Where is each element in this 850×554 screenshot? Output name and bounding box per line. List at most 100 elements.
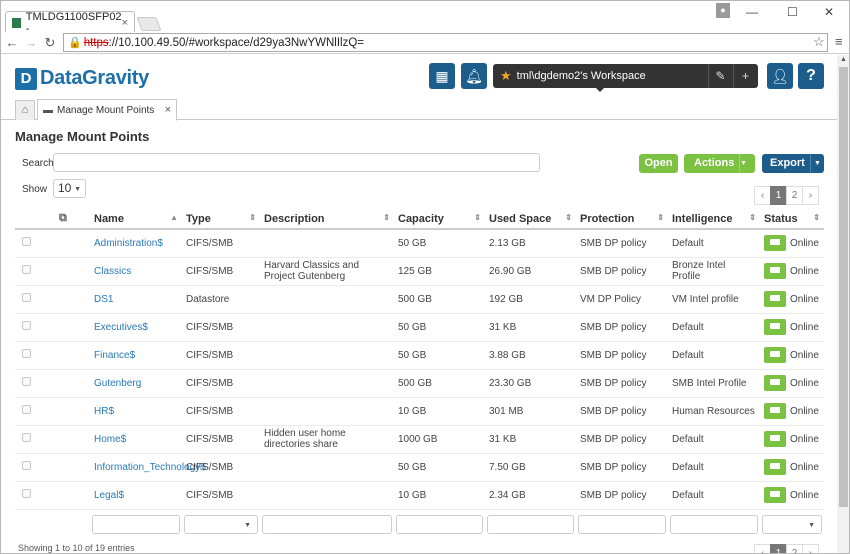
type-filter-select[interactable]: ▼ [184,514,258,534]
workspace-bar[interactable]: ★ tml\dgdemo2's Workspace ✎ + [493,64,758,88]
table-row[interactable]: HR$ CIFS/SMB 10 GB 301 MB SMB DP policy Human… [15,397,824,426]
mount-point-link[interactable]: Executives$ [94,322,148,333]
capacity-filter-input[interactable] [396,514,483,534]
browser-menu-icon[interactable]: ≡ [835,34,843,49]
table-row[interactable]: Executives$ CIFS/SMB 50 GB 31 KB SMB DP poli… [15,313,824,342]
mount-point-link[interactable]: Legal$ [94,490,124,501]
row-checkbox[interactable] [22,489,31,498]
mount-point-link[interactable]: Finance$ [94,350,135,361]
table-row[interactable]: DS1 Datastore 500 GB 192 GB VM DP Policy VM I… [15,285,824,314]
protection-filter-input[interactable] [578,514,666,534]
close-tab-icon[interactable]: × [122,17,128,29]
table-row[interactable]: Administration$ CIFS/SMB 50 GB 2.13 GB SMB D… [15,229,824,258]
tab-manage-mount-points[interactable]: ▬ Manage Mount Points × [37,99,177,121]
datagravity-logo[interactable]: D DataGravity [15,67,149,90]
page-1-button[interactable]: 1 [770,186,787,205]
open-button[interactable]: Open [639,154,678,173]
scrollbar-thumb[interactable] [839,67,848,507]
url-field[interactable]: 🔒 https ://10.100.49.50/#workspace/d29ya… [63,33,828,52]
row-checkbox[interactable] [22,321,31,330]
address-bar-row: ← → ↻ 🔒 https ://10.100.49.50/#workspace… [1,32,849,54]
actions-dropdown-icon[interactable]: ▼ [739,154,755,173]
notifications-button[interactable]: 🔔︎ [461,63,487,89]
table-row[interactable]: Finance$ CIFS/SMB 50 GB 3.88 GB SMB DP polic… [15,341,824,370]
table-row[interactable]: Home$ CIFS/SMB Hidden user home directorie… [15,425,824,454]
column-label: Type [186,212,211,225]
edit-workspace-pencil-icon[interactable]: ✎ [708,64,732,88]
browser-tab[interactable]: TMLDG1100SFP02 - × [5,11,135,35]
row-checkbox[interactable] [22,349,31,358]
url-text: ://10.100.49.50/#workspace/d29ya3NwYWNlI… [108,36,365,49]
export-dropdown-icon[interactable]: ▼ [810,154,824,173]
prev-page-button[interactable]: ‹ [754,186,771,205]
table-row[interactable]: Gutenberg CIFS/SMB 500 GB 23.30 GB SMB DP po… [15,369,824,398]
maximize-button[interactable]: ☐ [787,5,798,19]
mount-point-link[interactable]: HR$ [94,406,114,417]
mount-point-link[interactable]: Home$ [94,434,126,445]
description-filter-input[interactable] [262,514,392,534]
forward-arrow-icon[interactable]: → [23,35,39,50]
column-header-used-space[interactable]: Used Space ⇕ [485,209,576,230]
mount-point-link[interactable]: Gutenberg [94,378,141,389]
row-checkbox[interactable] [22,237,31,247]
table-row[interactable]: Classics CIFS/SMB Harvard Classics and Pro… [15,257,824,286]
mount-point-link[interactable]: Classics [94,266,131,277]
favorite-star-icon[interactable]: ★ [500,68,512,84]
cell-description [260,453,394,482]
column-header-status[interactable]: Status ⇕ [760,209,824,230]
help-button[interactable]: ? [798,63,824,89]
cell-status: Online [760,369,824,398]
intelligence-filter-input[interactable] [670,514,758,534]
bell-icon: 🔔︎ [465,68,483,84]
name-filter-input[interactable] [92,514,180,534]
table-row[interactable]: Information_Technology$ CIFS/SMB 50 GB 7.50… [15,453,824,482]
app-tab-label: Manage Mount Points [57,104,155,116]
close-app-tab-icon[interactable]: × [165,104,171,116]
mount-point-link[interactable]: DS1 [94,294,113,305]
column-header-description[interactable]: Description ⇕ [260,209,394,230]
column-header-protection[interactable]: Protection ⇕ [576,209,668,230]
mount-point-link[interactable]: Administration$ [94,238,163,249]
table-header-row: ⧉ Name ▲ Type ⇕ Description ⇕ Capacity ⇕ Use… [15,209,824,230]
used-space-filter-input[interactable] [487,514,574,534]
home-tab[interactable]: ⌂ [15,100,35,120]
page-1-button[interactable]: 1 [770,544,787,553]
user-account-button[interactable]: 👤︎ [767,63,793,89]
column-header-type[interactable]: Type ⇕ [182,209,260,230]
actions-button[interactable]: Actions ▼ [684,154,755,173]
scroll-up-icon[interactable]: ▲ [840,56,847,63]
reload-icon[interactable]: ↻ [42,35,58,51]
page-2-button[interactable]: 2 [786,544,803,553]
back-arrow-icon[interactable]: ← [4,35,20,50]
export-button[interactable]: Export ▼ [762,154,824,173]
add-workspace-plus-icon[interactable]: + [733,64,757,88]
row-checkbox[interactable] [22,461,31,470]
column-header-capacity[interactable]: Capacity ⇕ [394,209,485,230]
bookmark-star-icon[interactable]: ☆ [813,34,825,50]
app-tab-strip: ⌂ ▬ Manage Mount Points × [1,98,837,121]
row-checkbox[interactable] [22,405,31,414]
page-2-button[interactable]: 2 [786,186,803,205]
online-status-icon [764,263,786,279]
minimize-button[interactable]: — [746,5,758,19]
status-text: Online [790,405,819,417]
next-page-button[interactable]: › [802,544,819,553]
row-checkbox[interactable] [22,433,31,442]
close-window-button[interactable]: ✕ [824,5,834,19]
row-checkbox[interactable] [22,377,31,386]
status-filter-select[interactable]: ▼ [762,514,822,534]
new-tab-button[interactable] [136,17,162,31]
column-chooser-header[interactable]: ⧉ [55,209,90,230]
person-icon[interactable]: ● [716,3,730,18]
column-header-intelligence[interactable]: Intelligence ⇕ [668,209,760,230]
next-page-button[interactable]: › [802,186,819,205]
show-entries-select[interactable]: 10 ▼ [53,179,86,198]
column-header-name[interactable]: Name ▲ [90,209,182,230]
page-scrollbar[interactable]: ▲ [837,55,849,553]
table-row[interactable]: Legal$ CIFS/SMB 10 GB 2.34 GB SMB DP policy D… [15,481,824,510]
search-input[interactable] [53,153,540,172]
prev-page-button[interactable]: ‹ [754,544,771,553]
row-checkbox[interactable] [22,265,31,274]
row-checkbox[interactable] [22,293,31,302]
dashboard-grid-button[interactable]: ▦ [429,63,455,89]
